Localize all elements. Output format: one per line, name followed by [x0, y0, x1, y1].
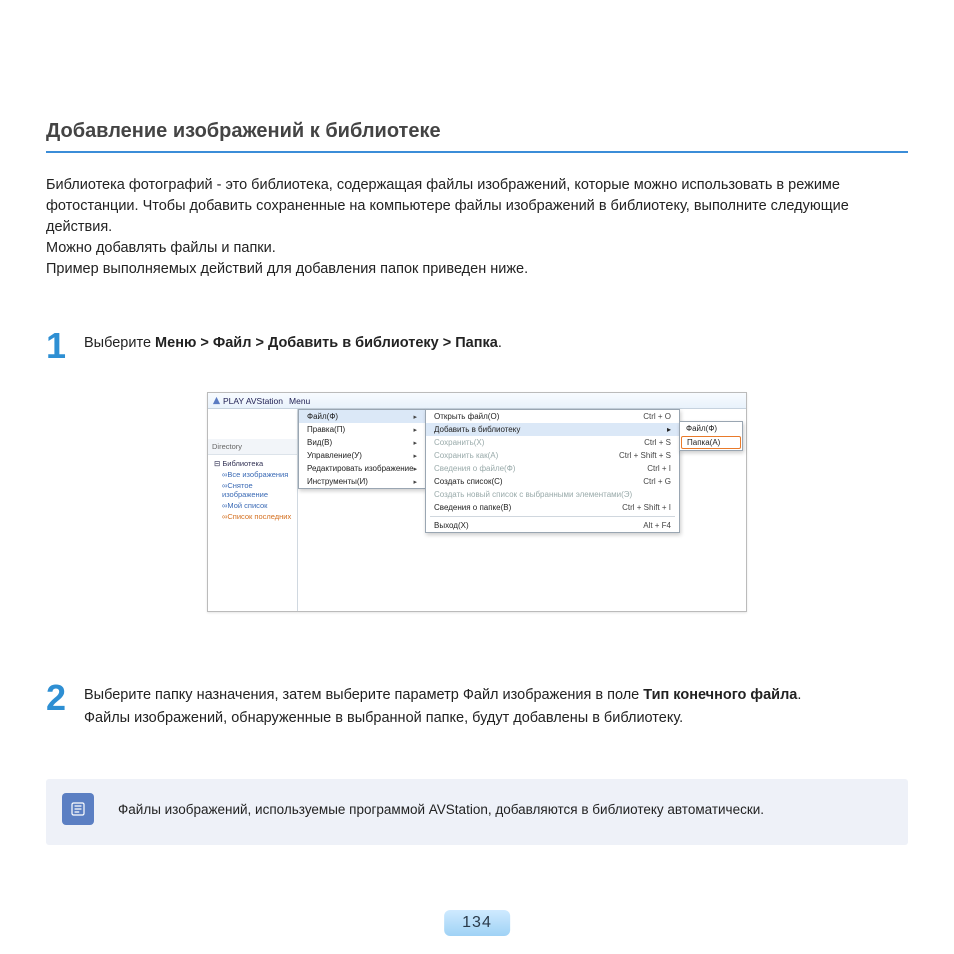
tree-item-all-images[interactable]: ∞Все изображения: [212, 469, 297, 480]
step-2-number: 2: [46, 682, 74, 714]
note-text: Файлы изображений, используемые программ…: [118, 802, 764, 817]
chevron-right-icon: ▸: [413, 413, 417, 421]
submenu-item-create-list[interactable]: Создать список(C)Ctrl + G: [426, 475, 679, 488]
app-logo-icon: [212, 396, 221, 405]
submenu2-item-folder[interactable]: Папка(A): [681, 436, 741, 449]
submenu-file: Открыть файл(O)Ctrl + O Добавить в библи…: [425, 409, 680, 533]
note-icon: [62, 793, 94, 825]
app-title: PLAY AVStation: [223, 396, 283, 406]
sidebar-directory-label: Directory: [208, 439, 297, 455]
page-number: 134: [444, 910, 510, 936]
tree-item-captured[interactable]: ∞Снятое изображение: [212, 480, 297, 500]
tree-item-my-list[interactable]: ∞Мой список: [212, 500, 297, 511]
app-screenshot: PLAY AVStation Menu Directory ⊟ Библиоте…: [207, 392, 747, 612]
menu-separator: [430, 516, 675, 517]
submenu-item-exit[interactable]: Выход(X)Alt + F4: [426, 519, 679, 532]
submenu-item-add-to-library[interactable]: Добавить в библиотеку▸: [426, 423, 679, 436]
app-menu-label[interactable]: Menu: [289, 396, 310, 406]
submenu-item-save: Сохранить(X)Ctrl + S: [426, 436, 679, 449]
chevron-right-icon: ▸: [413, 426, 417, 434]
submenu-item-save-as: Сохранить как(A)Ctrl + Shift + S: [426, 449, 679, 462]
menu-item-view[interactable]: Вид(В)▸: [299, 436, 425, 449]
intro-para-3: Пример выполняемых действий для добавлен…: [46, 261, 528, 277]
menu-item-file[interactable]: Файл(Ф)▸: [299, 410, 425, 423]
menu-item-edit[interactable]: Правка(П)▸: [299, 423, 425, 436]
note-box: Файлы изображений, используемые программ…: [46, 779, 908, 845]
step-2: 2 Выберите папку назначения, затем выбер…: [46, 682, 908, 729]
intro-para-1: Библиотека фотографий - это библиотека, …: [46, 177, 849, 235]
chevron-right-icon: ▸: [667, 425, 671, 434]
submenu-item-create-list-selected: Создать новый список с выбранными элемен…: [426, 488, 679, 501]
chevron-right-icon: ▸: [413, 452, 417, 460]
step-2-body: Выберите папку назначения, затем выберит…: [84, 682, 801, 729]
sidebar-tree: ⊟ Библиотека ∞Все изображения ∞Снятое из…: [208, 455, 297, 522]
submenu-add-to-library: Файл(Ф) Папка(A): [679, 421, 743, 451]
submenu2-item-file[interactable]: Файл(Ф): [680, 422, 742, 435]
section-heading: Добавление изображений к библиотеке: [46, 120, 908, 151]
step-1: 1 Выберите Меню > Файл > Добавить в библ…: [46, 330, 908, 362]
step-1-body: Выберите Меню > Файл > Добавить в библио…: [84, 330, 502, 354]
heading-rule: [46, 151, 908, 153]
app-main-area: Файл(Ф)▸ Правка(П)▸ Вид(В)▸ Управление(У…: [298, 409, 746, 611]
app-titlebar: PLAY AVStation Menu: [208, 393, 746, 409]
submenu-item-folder-info[interactable]: Сведения о папке(В)Ctrl + Shift + I: [426, 501, 679, 514]
submenu-item-open[interactable]: Открыть файл(O)Ctrl + O: [426, 410, 679, 423]
menu-main: Файл(Ф)▸ Правка(П)▸ Вид(В)▸ Управление(У…: [298, 409, 426, 489]
chevron-right-icon: ▸: [413, 478, 417, 486]
chevron-right-icon: ▸: [413, 439, 417, 447]
tree-item-recent[interactable]: ∞Список последних: [212, 511, 297, 522]
submenu-item-file-info: Сведения о файле(Ф)Ctrl + I: [426, 462, 679, 475]
menu-item-manage[interactable]: Управление(У)▸: [299, 449, 425, 462]
intro-text: Библиотека фотографий - это библиотека, …: [46, 175, 908, 280]
step-1-number: 1: [46, 330, 74, 362]
tree-root[interactable]: ⊟ Библиотека: [212, 458, 297, 469]
menu-item-tools[interactable]: Инструменты(И)▸: [299, 475, 425, 488]
intro-para-2: Можно добавлять файлы и папки.: [46, 240, 276, 256]
chevron-right-icon: ▸: [414, 465, 418, 473]
app-sidebar: Directory ⊟ Библиотека ∞Все изображения …: [208, 409, 298, 611]
menu-item-edit-image[interactable]: Редактировать изображение▸: [299, 462, 425, 475]
